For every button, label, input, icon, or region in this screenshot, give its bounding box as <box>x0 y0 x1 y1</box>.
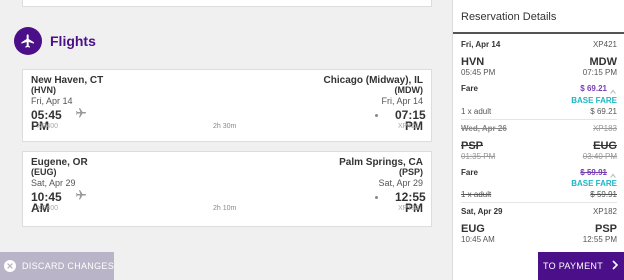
destination-code: (MDW) <box>394 85 424 95</box>
adult-label: 1 x adult <box>461 190 492 199</box>
flight-number: XP400 <box>37 123 59 130</box>
segment-arrival-time: 07:15 PM <box>582 68 617 77</box>
adult-label: 1 x adult <box>461 107 492 116</box>
airplane-icon <box>75 106 87 124</box>
fare-price[interactable]: $ 59.91 <box>580 168 607 177</box>
airplane-icon <box>14 27 42 55</box>
reservation-details-panel: Reservation Details Fri, Apr 14 XP421 HV… <box>452 0 624 280</box>
chevron-right-icon <box>611 257 619 275</box>
destination-code: (PSP) <box>398 167 423 177</box>
divider <box>461 119 617 120</box>
segment-destination-code: MDW <box>589 56 618 68</box>
flight-card[interactable]: Eugene, OR (EUG) Sat, Apr 29 Palm Spring… <box>22 151 432 227</box>
segment-departure-time: 01:35 PM <box>461 152 496 161</box>
segment-origin-code: EUG <box>461 223 485 235</box>
flight-number: XP400 <box>37 205 59 212</box>
divider <box>461 202 617 203</box>
adult-price: $ 69.21 <box>590 107 617 116</box>
flight-duration: 2h 10m <box>213 205 237 212</box>
flight-number: XP182 <box>397 205 419 212</box>
discard-changes-button[interactable]: DISCARD CHANGES <box>0 252 114 280</box>
section-title: Flights <box>50 33 96 49</box>
fare-price[interactable]: $ 69.21 <box>580 84 607 93</box>
fare-label: Fare <box>461 84 478 93</box>
route-end-dot <box>375 114 378 117</box>
segment-flight-number: XP421 <box>592 40 617 49</box>
segment-origin-code: HVN <box>461 56 485 68</box>
discard-label: DISCARD CHANGES <box>22 261 115 271</box>
flight-number: XP421 <box>397 123 419 130</box>
segment-destination-code: EUG <box>593 140 617 152</box>
adult-price: $ 59.91 <box>590 190 617 199</box>
base-fare-label: BASE FARE <box>571 96 617 105</box>
airplane-icon <box>75 188 87 206</box>
main-panel: Flights New Haven, CT (HVN) Fri, Apr 14 … <box>0 0 446 280</box>
base-fare-label: BASE FARE <box>571 179 617 188</box>
origin-date: Fri, Apr 14 <box>31 96 73 106</box>
flight-duration: 2h 30m <box>213 123 237 130</box>
route-end-dot <box>375 196 378 199</box>
flights-section-header: Flights <box>14 26 96 56</box>
segment-flight-number: XP183 <box>592 124 617 133</box>
close-icon <box>4 260 16 272</box>
flight-card[interactable]: New Haven, CT (HVN) Fri, Apr 14 Chicago … <box>22 69 432 142</box>
segment-arrival-time: 12:55 PM <box>582 235 617 244</box>
destination-date: Sat, Apr 29 <box>378 178 423 188</box>
segment-origin-code: PSP <box>461 140 484 152</box>
origin-code: (EUG) <box>31 167 57 177</box>
segment-departure-time: 05:45 PM <box>461 68 496 77</box>
to-payment-button[interactable]: TO PAYMENT <box>538 252 624 280</box>
destination-date: Fri, Apr 14 <box>381 96 423 106</box>
segment-date: Wed, Apr 26 <box>461 124 507 133</box>
origin-code: (HVN) <box>31 85 56 95</box>
payment-label: TO PAYMENT <box>542 261 603 271</box>
segment-departure-time: 10:45 AM <box>461 235 495 244</box>
divider <box>453 32 624 34</box>
panel-title: Reservation Details <box>461 11 557 23</box>
segment-destination-code: PSP <box>594 223 617 235</box>
segment-date: Fri, Apr 14 <box>461 40 501 49</box>
previous-card-edge <box>22 0 432 7</box>
fare-label: Fare <box>461 168 478 177</box>
segment-flight-number: XP182 <box>592 207 617 216</box>
segment-date: Sat, Apr 29 <box>461 207 503 216</box>
origin-date: Sat, Apr 29 <box>31 178 76 188</box>
segment-arrival-time: 03:40 PM <box>582 152 617 161</box>
